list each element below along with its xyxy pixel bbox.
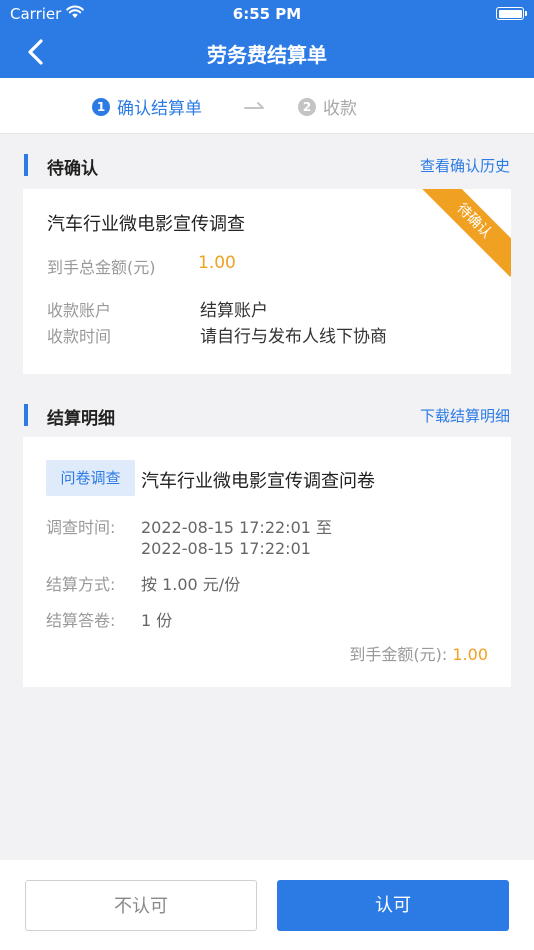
account-label: 收款账户	[47, 301, 112, 320]
detail-section-header: 结算明细 下载结算明细	[0, 400, 534, 430]
time-label: 收款时间	[47, 327, 112, 346]
survey-time-label: 调查时间:	[46, 518, 116, 537]
step-number: 1	[92, 97, 110, 116]
pending-section-header: 待确认 查看确认历史	[0, 150, 534, 180]
section-accent-bar	[24, 154, 28, 176]
count-value: 1 份	[141, 611, 173, 630]
arrow-right-icon	[244, 102, 264, 109]
total-label: 到手金额(元):	[349, 645, 448, 664]
amount-label: 到手总金额(元)	[47, 258, 156, 277]
status-bar: Carrier 6:55 PM	[0, 0, 534, 28]
accept-button[interactable]: 认可	[277, 880, 509, 931]
time-value: 请自行与发布人线下协商	[200, 327, 387, 347]
step-label: 收款	[323, 99, 357, 119]
battery-icon	[496, 7, 527, 20]
section-accent-bar	[24, 404, 28, 426]
step-indicator: 1 确认结算单 2 收款	[0, 78, 534, 134]
method-label: 结算方式:	[46, 575, 116, 594]
survey-time-end: 2022-08-15 17:22:01	[141, 539, 311, 558]
survey-time-start: 2022-08-15 17:22:01 至	[141, 518, 333, 537]
section-title: 待确认	[47, 159, 98, 179]
account-value: 结算账户	[200, 301, 268, 321]
step-number: 2	[298, 97, 316, 116]
download-detail-link[interactable]: 下载结算明细	[420, 405, 510, 426]
survey-title: 汽车行业微电影宣传调查问卷	[141, 471, 375, 492]
step-receive: 2 收款	[298, 94, 357, 119]
count-label: 结算答卷:	[46, 611, 116, 630]
total-value: 1.00	[452, 645, 488, 664]
view-history-link[interactable]: 查看确认历史	[420, 155, 510, 176]
page-title: 劳务费结算单	[207, 43, 327, 67]
reject-button[interactable]: 不认可	[25, 880, 257, 931]
amount-value: 1.00	[198, 253, 236, 273]
clock: 6:55 PM	[232, 5, 302, 23]
method-value: 按 1.00 元/份	[141, 575, 241, 594]
nav-bar: 劳务费结算单	[0, 28, 534, 78]
task-title: 汽车行业微电影宣传调查	[47, 214, 245, 235]
total-amount: 到手金额(元): 1.00	[349, 641, 488, 665]
bottom-action-bar: 不认可 认可	[0, 860, 534, 950]
header: Carrier 6:55 PM 劳务费结算单	[0, 0, 534, 78]
survey-tag: 问卷调查	[46, 460, 135, 496]
step-label: 确认结算单	[117, 99, 202, 119]
pending-card: 待确认 汽车行业微电影宣传调查 到手总金额(元) 1.00 收款账户 结算账户 …	[23, 189, 511, 374]
step-confirm: 1 确认结算单	[92, 94, 202, 119]
status-ribbon: 待确认	[418, 189, 511, 277]
detail-card: 问卷调查 汽车行业微电影宣传调查问卷 调查时间: 2022-08-15 17:2…	[23, 437, 511, 687]
section-title: 结算明细	[47, 409, 115, 429]
